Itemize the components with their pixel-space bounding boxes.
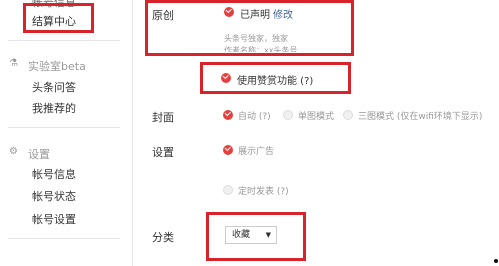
reward-label: 使用赞赏功能 (?): [237, 76, 314, 87]
sidebar-divider: [8, 238, 120, 239]
gear-icon: ⚙: [9, 146, 18, 157]
caret-down-icon: ▼: [265, 231, 271, 239]
sidebar-item-account-info[interactable]: 帐号信息: [32, 166, 76, 182]
original-sub-text: 头条号独家，独家: [224, 34, 288, 43]
cover-single-label: 单图模式: [298, 112, 335, 122]
ad-label: 展示广告: [238, 147, 275, 157]
sidebar-header-settings: 设置: [28, 148, 50, 161]
cover-auto-radio[interactable]: [223, 110, 233, 120]
category-select[interactable]: 收藏 ▼: [225, 226, 277, 244]
sidebar-header-lab: 实验室beta: [28, 60, 86, 73]
original-author-text: 作者名称：xx头条号: [224, 46, 298, 52]
sidebar-item-qa[interactable]: 头条问答: [32, 79, 76, 95]
stray-dot: [494, 259, 498, 263]
highlight-box-settlement: [23, 3, 94, 33]
sidebar: 帐号信息 结算中心 ⚗ 实验室beta 头条问答 我推荐的 ⚙ 设置 帐号信息 …: [0, 0, 132, 266]
cover-single-radio[interactable]: [283, 110, 293, 120]
sidebar-item-recommended[interactable]: 我推荐的: [32, 100, 76, 116]
reward-checkbox[interactable]: [221, 73, 231, 83]
cover-auto-label: 自动 (?): [238, 112, 271, 122]
settings-label: 设置: [152, 146, 174, 159]
cover-triple-label: 三图模式 (仅在wifi环境下显示): [358, 112, 483, 122]
sidebar-divider: [8, 127, 120, 128]
ad-checkbox[interactable]: [223, 145, 233, 155]
sidebar-border: [132, 0, 133, 266]
cover-triple-radio[interactable]: [343, 110, 353, 120]
cover-label: 封面: [152, 111, 174, 124]
original-status: 已声明: [240, 10, 270, 21]
flask-icon: ⚗: [9, 58, 18, 69]
original-edit-link[interactable]: 修改: [273, 6, 293, 21]
category-label: 分类: [152, 231, 174, 244]
sidebar-item-account-settings[interactable]: 帐号设置: [32, 211, 76, 227]
sidebar-item-account-status[interactable]: 帐号状态: [32, 188, 76, 204]
original-radio[interactable]: [224, 7, 234, 17]
sidebar-divider: [8, 40, 120, 41]
original-label: 原创: [152, 9, 174, 22]
schedule-label: 定时发表 (?): [238, 187, 289, 197]
schedule-checkbox[interactable]: [223, 185, 233, 195]
category-value: 收藏: [232, 230, 251, 240]
